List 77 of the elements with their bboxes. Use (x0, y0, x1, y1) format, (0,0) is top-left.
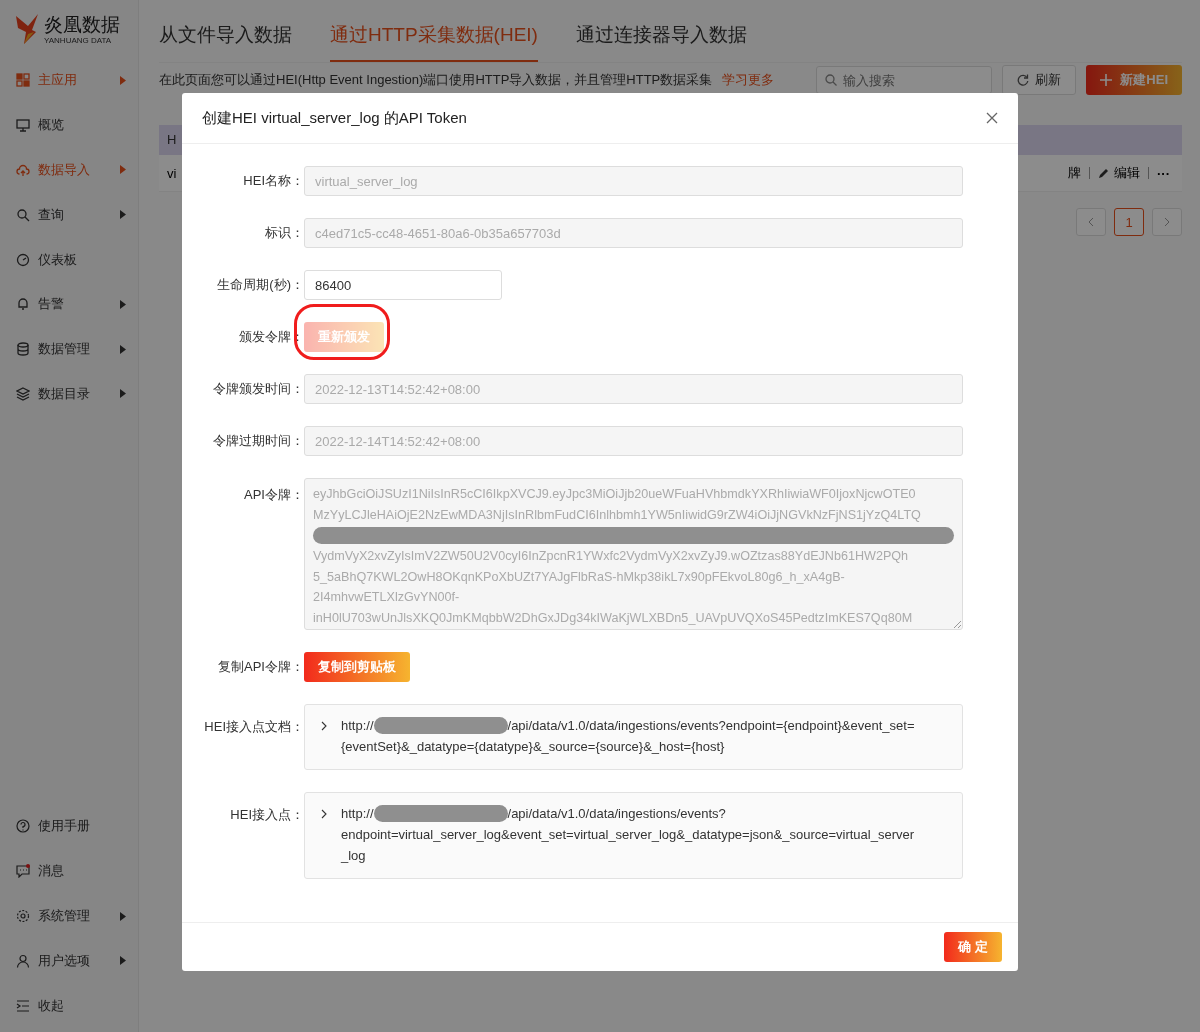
action-link[interactable]: 牌 (1068, 164, 1081, 182)
pencil-icon (1098, 167, 1109, 179)
plus-icon (1100, 74, 1113, 86)
field-label: HEI接入点文档： (203, 718, 304, 736)
token-line: inH0lU703wUnJlsXKQ0JmKMqbbW2DhGxJDg34kIWaKjWLXBDn5_UAVpUVQXoS45PedtzImKES7Qq80M (313, 609, 914, 627)
ok-button[interactable]: 确 定 (944, 932, 1002, 962)
sidebar-item[interactable]: 使用手册 (0, 804, 138, 849)
chevron-right-icon (1164, 217, 1170, 227)
help-icon (16, 819, 30, 834)
tab[interactable]: 通过连接器导入数据 (575, 22, 747, 62)
url-text: /api/data/v1.0/data/ingestions/events?endpoint={endpoint}&event_set= (507, 717, 915, 735)
monitor-icon (16, 118, 30, 133)
token-textarea[interactable] (304, 478, 963, 630)
tab[interactable]: 通过HTTP采集数据(HEI) (330, 22, 538, 62)
sidebar-item[interactable]: 系统管理 (0, 893, 138, 939)
learn-more-link[interactable]: 学习更多 (722, 71, 775, 89)
more-button[interactable]: ··· (1157, 165, 1170, 181)
search-icon (825, 74, 838, 86)
field-label: 生命周期(秒)： (216, 276, 304, 294)
sidebar-item[interactable]: 概览 (0, 102, 138, 148)
input-field[interactable]: 86400 (304, 270, 502, 300)
field-label: 标识： (264, 224, 304, 242)
chevron-right-icon[interactable] (321, 809, 327, 819)
url-text: http:// (341, 805, 374, 823)
dialog-title: 创建HEI virtual_server_log 的API Token (202, 108, 467, 128)
db-icon (16, 342, 30, 357)
sidebar-item[interactable]: 消息 (0, 848, 138, 894)
field-label: HEI接入点： (229, 806, 304, 824)
bell-icon (16, 297, 30, 312)
url-text: /api/data/v1.0/data/ingestions/events? (507, 805, 726, 823)
url-text: {eventSet}&_datatype={datatype}&_source={source}&_host={host} (341, 738, 726, 756)
field-label: API令牌： (243, 486, 304, 504)
layers-icon (16, 386, 30, 401)
refresh-button[interactable]: 刷新 (1002, 65, 1077, 95)
url-text: http:// (341, 717, 374, 735)
token-line: VydmVyX2xvZyIsImV2ZW50U2V0cyI6InZpcnR1YWxfc2VydmVyX2xvZyJ9.wOZtzas88YdEJNb61HW2PQh (313, 548, 910, 566)
page-button[interactable]: 1 (1114, 208, 1144, 236)
sidebar-item[interactable]: 查询 (0, 192, 138, 238)
app-icon (16, 73, 30, 88)
search-icon (16, 207, 30, 222)
url-text: endpoint=virtual_server_log&event_set=virtual_server_log&_datatype=json&_source=virtual_server (341, 826, 915, 844)
table-cell: vi (167, 165, 177, 181)
logo-name: 炎凰数据 (44, 13, 120, 36)
field-label: 复制API令牌： (217, 658, 304, 676)
search-field[interactable]: 输入搜索 (816, 66, 993, 94)
sidebar-item[interactable]: 数据管理 (0, 326, 138, 372)
gauge-icon (16, 252, 30, 267)
sidebar-item[interactable]: 收起 (0, 983, 138, 1028)
token-line: eyJhbGciOiJSUzI1NiIsInR5cCI6IkpXVCJ9.eyJpc3MiOiJjb20ueWFuaHVhbmdkYXRhIiwiaWF0IjoxNjcwOTE0 (313, 486, 917, 503)
field-label: 颁发令牌： (238, 328, 304, 346)
sidebar-item[interactable]: 主应用 (0, 58, 138, 103)
token-line: 2I4mhvwETLXlzGvYN00f- (313, 589, 461, 607)
field-label: HEI名称： (242, 172, 304, 190)
user-icon (16, 953, 30, 968)
url-text: _log (341, 847, 367, 865)
refresh-icon (1017, 74, 1030, 86)
token-line: MzYyLCJleHAiOjE2NzEwMDA3NjIsInRlbmFudCI6Inlhbmh1YW5nIiwidG9rZW4iOiJjNGVkNzFjNS1jYzQ4LTQ (313, 506, 922, 524)
sidebar-item[interactable]: 告警 (0, 282, 138, 327)
chevron-right-icon[interactable] (321, 721, 327, 731)
logo-subtitle: YANHUANG DATA (44, 35, 113, 45)
sidebar-item[interactable]: 数据目录 (0, 371, 138, 417)
settings-icon (16, 909, 30, 923)
collapse-icon (16, 998, 30, 1013)
tab[interactable]: 从文件导入数据 (159, 22, 292, 62)
field-label: 令牌颁发时间： (212, 380, 304, 398)
resize-handle-icon[interactable] (954, 621, 961, 628)
action-button[interactable]: 复制到剪贴板 (304, 652, 410, 682)
chevron-left-icon (1088, 217, 1094, 227)
action-link[interactable]: 编辑 (1114, 164, 1140, 182)
sidebar-item[interactable]: 仪表板 (0, 237, 138, 282)
close-icon[interactable] (986, 112, 998, 124)
description: 在此页面您可以通过HEI(Http Event Ingestion)端口使用HTTP导入数据，并且管理HTTP数据采集 (159, 71, 713, 89)
field-label: 令牌过期时间： (212, 432, 304, 450)
sidebar-item[interactable]: 用户选项 (0, 938, 138, 984)
cloud-icon (16, 163, 30, 177)
token-line: 5_5aBhQ7KWL2OwH8OKqnKPoXbUZt7YAJgFlbRaS-hMkp38ikL7x90pFEkvoL80g6_h_xA4gB- (313, 568, 846, 586)
sidebar-item[interactable]: 数据导入 (0, 147, 138, 193)
